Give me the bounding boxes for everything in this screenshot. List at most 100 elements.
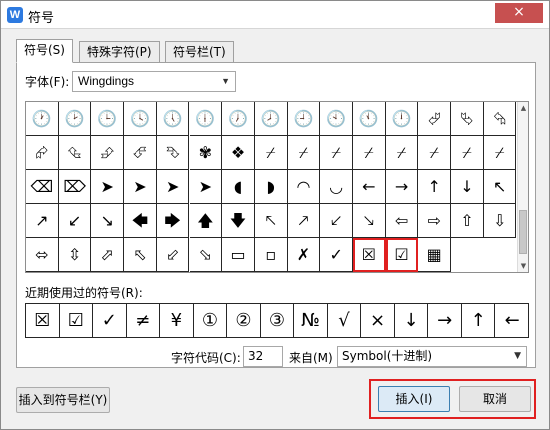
symbol-cell[interactable]: ⌿ <box>320 136 353 170</box>
recent-symbol-cell[interactable]: ≠ <box>127 304 161 337</box>
symbol-cell[interactable]: 🕕 <box>189 102 223 136</box>
symbol-cell[interactable]: ➤ <box>156 170 190 204</box>
symbol-cell[interactable]: ⌿ <box>287 136 321 170</box>
symbol-cell[interactable]: ❖ <box>222 136 255 170</box>
scroll-down-icon[interactable]: ▼ <box>518 260 529 272</box>
close-button[interactable]: × <box>495 3 543 23</box>
symbol-cell[interactable]: ⮷ <box>156 136 190 170</box>
recent-symbol-cell[interactable]: √ <box>328 304 362 337</box>
symbol-cell[interactable]: ▦ <box>418 238 452 272</box>
char-code-input[interactable]: 32 <box>243 346 283 367</box>
symbol-cell[interactable]: ⬄ <box>26 238 59 272</box>
font-select[interactable]: Wingdings ▼ <box>72 71 236 92</box>
symbol-cell[interactable]: ⌿ <box>483 136 517 170</box>
symbol-cell[interactable]: ⌫ <box>26 170 59 204</box>
symbol-cell[interactable]: ↖ <box>483 170 517 204</box>
symbol-cell[interactable]: 🡄 <box>124 204 157 238</box>
symbol-cell[interactable]: ⌿ <box>385 136 419 170</box>
recent-symbol-cell[interactable]: ③ <box>261 304 295 337</box>
symbol-cell[interactable]: 🡕 <box>287 204 321 238</box>
symbol-cell[interactable]: 🕓 <box>124 102 157 136</box>
symbol-cell[interactable]: 🕙 <box>320 102 353 136</box>
insert-button[interactable]: 插入(I) <box>378 386 450 412</box>
symbol-cell[interactable]: 🡇 <box>222 204 255 238</box>
recent-symbol-cell[interactable]: × <box>361 304 395 337</box>
recent-symbol-cell[interactable]: ☒ <box>26 304 60 337</box>
symbol-cell[interactable]: ✓ <box>320 238 353 272</box>
symbol-cell[interactable]: ⮳ <box>26 136 59 170</box>
symbol-cell[interactable]: ⌿ <box>254 136 288 170</box>
symbol-cell[interactable]: ➤ <box>124 170 157 204</box>
tab-symbol-bar[interactable]: 符号栏(T) <box>165 41 234 63</box>
scroll-thumb[interactable] <box>519 210 527 254</box>
symbol-cell[interactable]: ✗ <box>287 238 321 272</box>
symbol-cell[interactable]: 🕚 <box>353 102 386 136</box>
symbol-cell[interactable]: ⌿ <box>451 136 484 170</box>
symbol-cell[interactable]: ⌦ <box>58 170 92 204</box>
symbol-cell[interactable]: ⮶ <box>124 136 157 170</box>
symbol-cell[interactable]: ◠ <box>287 170 321 204</box>
recent-symbol-cell[interactable]: ¥ <box>160 304 194 337</box>
symbol-cell[interactable]: ↗ <box>26 204 59 238</box>
symbol-cell[interactable]: ⇦ <box>385 204 419 238</box>
symbol-cell[interactable]: ◗ <box>254 170 288 204</box>
symbol-cell[interactable]: ⮲ <box>483 102 517 136</box>
symbol-cell[interactable]: ➤ <box>91 170 125 204</box>
symbol-cell[interactable]: ⇳ <box>58 238 92 272</box>
symbol-cell[interactable]: ⬂ <box>189 238 223 272</box>
symbol-cell[interactable]: ⬀ <box>91 238 125 272</box>
tab-special-chars[interactable]: 特殊字符(P) <box>79 41 160 63</box>
recent-symbol-cell[interactable]: ← <box>495 304 529 337</box>
symbol-cell[interactable]: ↑ <box>418 170 452 204</box>
add-to-symbol-bar-button[interactable]: 插入到符号栏(Y) <box>16 387 110 413</box>
recent-symbol-cell[interactable]: № <box>294 304 328 337</box>
symbol-cell[interactable]: ✾ <box>189 136 223 170</box>
symbol-cell[interactable]: 🕘 <box>287 102 321 136</box>
symbol-cell[interactable]: 🕔 <box>156 102 190 136</box>
symbol-cell[interactable]: ➤ <box>189 170 223 204</box>
symbol-cell[interactable]: ⇩ <box>483 204 517 238</box>
symbol-cell[interactable]: 🕛 <box>385 102 419 136</box>
symbol-cell[interactable]: ☑ <box>385 238 419 272</box>
symbol-cell[interactable]: ↙ <box>58 204 92 238</box>
cancel-button[interactable]: 取消 <box>459 386 531 412</box>
recent-symbol-cell[interactable]: ① <box>194 304 228 337</box>
symbol-cell[interactable]: ◡ <box>320 170 353 204</box>
symbol-cell[interactable]: ⮵ <box>91 136 125 170</box>
symbol-cell[interactable]: ⮱ <box>451 102 484 136</box>
symbol-cell[interactable]: 🕒 <box>91 102 125 136</box>
symbol-cell[interactable]: ↘ <box>91 204 125 238</box>
symbol-cell[interactable]: ⇧ <box>451 204 484 238</box>
from-select[interactable]: Symbol(十进制) ▼ <box>337 346 527 367</box>
symbol-cell[interactable]: ← <box>353 170 386 204</box>
symbol-cell[interactable]: ↓ <box>451 170 484 204</box>
symbol-cell[interactable]: ⌿ <box>353 136 386 170</box>
recent-symbol-cell[interactable]: → <box>428 304 462 337</box>
symbol-cell[interactable]: 🡔 <box>254 204 288 238</box>
symbol-cell[interactable]: 🡆 <box>156 204 190 238</box>
recent-symbol-cell[interactable]: ↓ <box>395 304 429 337</box>
recent-symbol-cell[interactable]: ② <box>227 304 261 337</box>
symbol-cell[interactable]: 🡅 <box>189 204 223 238</box>
symbol-cell[interactable]: ☒ <box>353 238 386 272</box>
symbol-cell[interactable]: 🕑 <box>58 102 92 136</box>
symbol-cell[interactable]: 🕗 <box>254 102 288 136</box>
symbol-cell[interactable]: ⬁ <box>124 238 157 272</box>
symbol-grid-scrollbar[interactable]: ▲ ▼ <box>517 102 528 272</box>
symbol-cell[interactable]: ⇨ <box>418 204 452 238</box>
symbol-cell[interactable]: 🕖 <box>222 102 255 136</box>
symbol-cell[interactable]: 🡖 <box>353 204 386 238</box>
recent-symbol-cell[interactable]: ↑ <box>462 304 496 337</box>
recent-symbol-cell[interactable]: ☑ <box>60 304 94 337</box>
symbol-cell[interactable]: ⮴ <box>58 136 92 170</box>
symbol-cell[interactable]: ⬃ <box>156 238 190 272</box>
symbol-cell[interactable]: ▫ <box>254 238 288 272</box>
symbol-cell[interactable]: 🡗 <box>320 204 353 238</box>
symbol-cell[interactable]: ⌿ <box>418 136 452 170</box>
scroll-up-icon[interactable]: ▲ <box>518 102 529 114</box>
symbol-cell[interactable]: ▭ <box>222 238 255 272</box>
symbol-cell[interactable]: → <box>385 170 419 204</box>
tab-symbol[interactable]: 符号(S) <box>16 39 73 63</box>
symbol-cell[interactable]: ◖ <box>222 170 255 204</box>
recent-symbol-cell[interactable]: ✓ <box>93 304 127 337</box>
